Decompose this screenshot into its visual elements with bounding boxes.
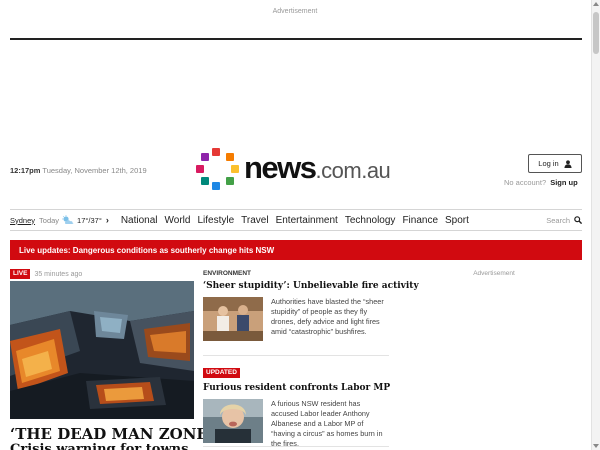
weather-widget[interactable]: Sydney Today 17°/37° ›: [10, 215, 109, 225]
current-time: 12:17pm: [10, 166, 41, 175]
story-thumbnail-graphic: [203, 399, 263, 443]
hero-meta: LIVE 35 minutes ago: [10, 269, 82, 279]
scroll-up-icon[interactable]: [593, 2, 599, 6]
story-divider: [203, 446, 389, 447]
nav-item-entertainment[interactable]: Entertainment: [276, 215, 338, 226]
weather-temp: 17°/37°: [77, 215, 102, 225]
nav-item-finance[interactable]: Finance: [402, 215, 438, 226]
weather-day: Today: [39, 215, 60, 225]
story-headline[interactable]: Furious resident confronts Labor MP: [203, 383, 390, 393]
hero-image[interactable]: [10, 281, 194, 419]
nav-item-technology[interactable]: Technology: [345, 215, 396, 226]
logo-dot: [212, 148, 220, 156]
logo-dot: [212, 182, 220, 190]
scrollbar-thumb[interactable]: [593, 12, 599, 54]
nav-item-sport[interactable]: Sport: [445, 215, 469, 226]
story-section-label[interactable]: ENVIRONMENT: [203, 270, 389, 277]
logo-dot: [201, 177, 209, 185]
logo-dot: [226, 177, 234, 185]
ad-divider: [10, 38, 582, 40]
hero-image-graphic: [10, 281, 194, 419]
logo-main-text: news: [244, 150, 317, 185]
chevron-right-icon[interactable]: ›: [106, 215, 109, 225]
live-updates-banner[interactable]: Live updates: Dangerous conditions as so…: [10, 240, 582, 260]
logo-dot: [226, 153, 234, 161]
story-thumbnail[interactable]: [203, 297, 263, 341]
current-date: Tuesday, November 12th, 2019: [42, 166, 147, 175]
nav-item-lifestyle[interactable]: Lifestyle: [197, 215, 234, 226]
story-thumbnail[interactable]: [203, 399, 263, 443]
date-line: 12:17pm Tuesday, November 12th, 2019: [10, 166, 147, 175]
nav-item-world[interactable]: World: [165, 215, 191, 226]
story-divider: [203, 355, 389, 356]
account-prompt: No account? Sign up: [504, 178, 578, 187]
story-card[interactable]: UPDATED Furious resident confronts Labor…: [203, 361, 390, 449]
story-card[interactable]: ENVIRONMENT ‘Sheer stupidity’: Unbelieva…: [203, 270, 419, 341]
advertisement-label: Advertisement: [272, 8, 318, 15]
logo-dot: [201, 153, 209, 161]
story-headline[interactable]: ‘Sheer stupidity’: Unbelievable fire act…: [203, 281, 419, 291]
nav-divider-bottom: [10, 230, 582, 231]
live-updates-text: Live updates: Dangerous conditions as so…: [19, 245, 275, 255]
login-button[interactable]: Log in: [528, 154, 582, 173]
user-icon: [564, 159, 572, 168]
login-label: Log in: [538, 159, 559, 168]
updated-badge: UPDATED: [203, 368, 240, 378]
partly-cloudy-icon: [62, 215, 74, 224]
nav-links: National World Lifestyle Travel Entertai…: [121, 215, 476, 226]
advertisement-label: Advertisement: [473, 270, 515, 277]
search-button[interactable]: Search: [546, 210, 582, 230]
hero-time-ago: 35 minutes ago: [34, 270, 83, 278]
story-body: A furious NSW resident has accused Labor…: [203, 399, 389, 449]
logo-dot: [196, 165, 204, 173]
story-thumbnail-graphic: [203, 297, 263, 341]
no-account-text: No account?: [504, 178, 547, 187]
logo-suffix-text: .com.au: [315, 158, 391, 183]
signup-link[interactable]: Sign up: [550, 178, 578, 187]
live-badge: LIVE: [10, 269, 31, 279]
logo-wordmark: news.com.au: [244, 150, 391, 186]
site-logo[interactable]: news.com.au: [196, 148, 406, 192]
logo-dot: [231, 165, 239, 173]
story-summary: A furious NSW resident has accused Labor…: [271, 399, 383, 448]
hero-headline-continued[interactable]: Crisis warning for towns: [10, 442, 188, 450]
weather-city[interactable]: Sydney: [10, 216, 35, 225]
nav-item-national[interactable]: National: [121, 215, 158, 226]
scrollbar[interactable]: [591, 0, 600, 450]
story-body: Authorities have blasted the “sheer stup…: [203, 297, 389, 341]
search-icon: [574, 216, 582, 224]
story-summary: Authorities have blasted the “sheer stup…: [271, 297, 384, 336]
hero-headline[interactable]: ‘THE DEAD MAN ZONE’:: [10, 425, 219, 443]
main-nav: Sydney Today 17°/37° › National World Li…: [10, 210, 582, 230]
search-label: Search: [546, 215, 570, 225]
scroll-down-icon[interactable]: [593, 444, 599, 448]
nav-item-travel[interactable]: Travel: [241, 215, 268, 226]
